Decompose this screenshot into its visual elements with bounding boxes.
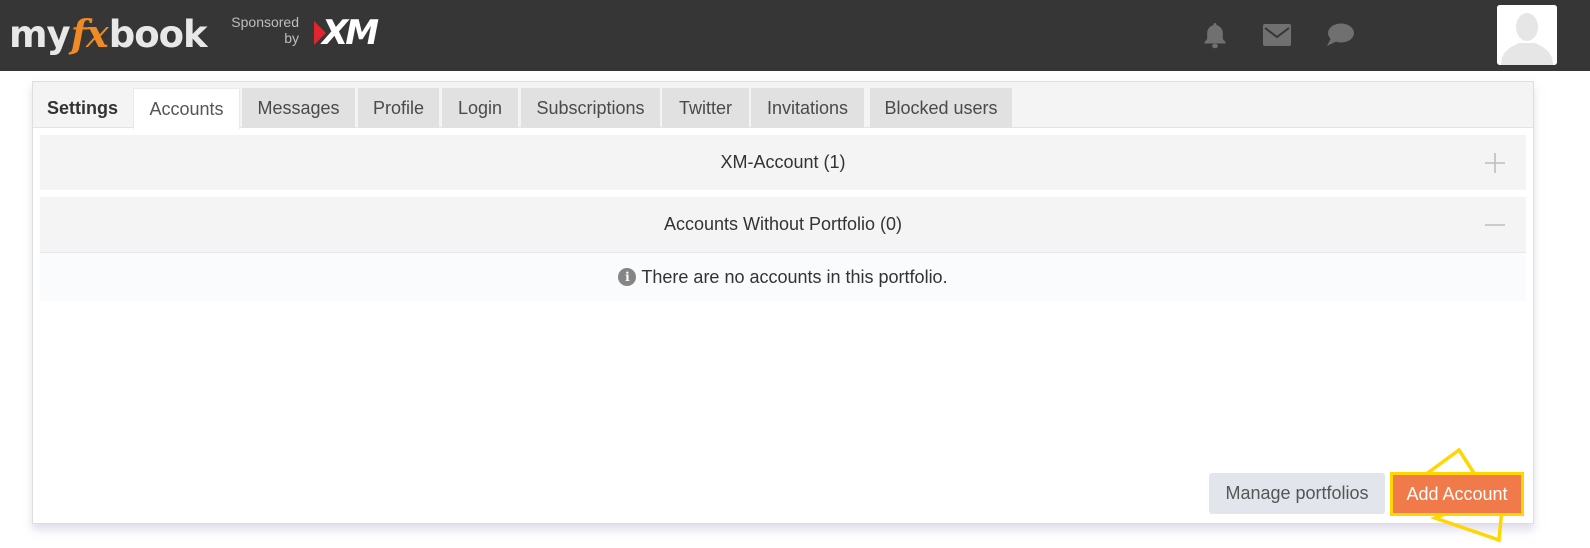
empty-message-text: There are no accounts in this portfolio. xyxy=(641,266,948,287)
user-avatar[interactable] xyxy=(1497,5,1557,65)
portfolio-title: XM-Account (1) xyxy=(720,152,846,172)
add-account-button[interactable]: Add Account xyxy=(1390,472,1524,516)
logo-text-book: book xyxy=(108,12,208,56)
chat-button[interactable] xyxy=(1325,20,1355,50)
logo-text-my: my xyxy=(9,12,71,56)
empty-portfolio-message: i There are no accounts in this portfoli… xyxy=(40,252,1526,301)
tab-login[interactable]: Login xyxy=(442,88,518,128)
logo-text-fx: fx xyxy=(70,10,109,56)
messages-button[interactable] xyxy=(1262,20,1292,50)
tab-settings[interactable]: Settings xyxy=(33,88,133,128)
tab-twitter[interactable]: Twitter xyxy=(662,88,749,128)
settings-panel: Settings Accounts Messages Profile Login… xyxy=(32,81,1534,543)
sponsored-by-text: by xyxy=(284,30,299,46)
sponsored-text: Sponsored xyxy=(231,14,299,30)
bell-icon xyxy=(1204,23,1226,49)
info-icon: i xyxy=(618,268,637,286)
portfolio-group-accounts-without-portfolio[interactable]: Accounts Without Portfolio (0) xyxy=(40,197,1526,252)
sponsored-label: Sponsored by xyxy=(229,14,299,46)
minus-icon[interactable] xyxy=(1484,214,1506,236)
tab-subscriptions[interactable]: Subscriptions xyxy=(521,88,660,128)
top-navbar: my fx book Sponsored by XM xyxy=(0,0,1590,71)
xm-sponsor-logo[interactable]: XM xyxy=(314,13,379,53)
tab-bar: Settings Accounts Messages Profile Login… xyxy=(33,82,1533,129)
tab-profile[interactable]: Profile xyxy=(358,88,439,128)
envelope-icon xyxy=(1263,24,1291,46)
manage-portfolios-button[interactable]: Manage portfolios xyxy=(1209,473,1385,514)
myfxbook-logo[interactable]: my fx book xyxy=(9,2,208,64)
plus-icon[interactable] xyxy=(1484,152,1506,174)
tab-messages[interactable]: Messages xyxy=(242,88,355,128)
tab-invitations[interactable]: Invitations xyxy=(751,88,864,128)
tab-blocked-users[interactable]: Blocked users xyxy=(870,88,1012,128)
tab-accounts[interactable]: Accounts xyxy=(133,88,240,129)
user-silhouette-icon xyxy=(1497,5,1557,65)
notifications-button[interactable] xyxy=(1200,20,1230,50)
chat-bubble-icon xyxy=(1327,23,1354,46)
portfolio-title: Accounts Without Portfolio (0) xyxy=(663,214,903,234)
portfolio-group-xm-account[interactable]: XM-Account (1) xyxy=(40,135,1526,190)
xm-logo-text: XM xyxy=(322,13,379,53)
